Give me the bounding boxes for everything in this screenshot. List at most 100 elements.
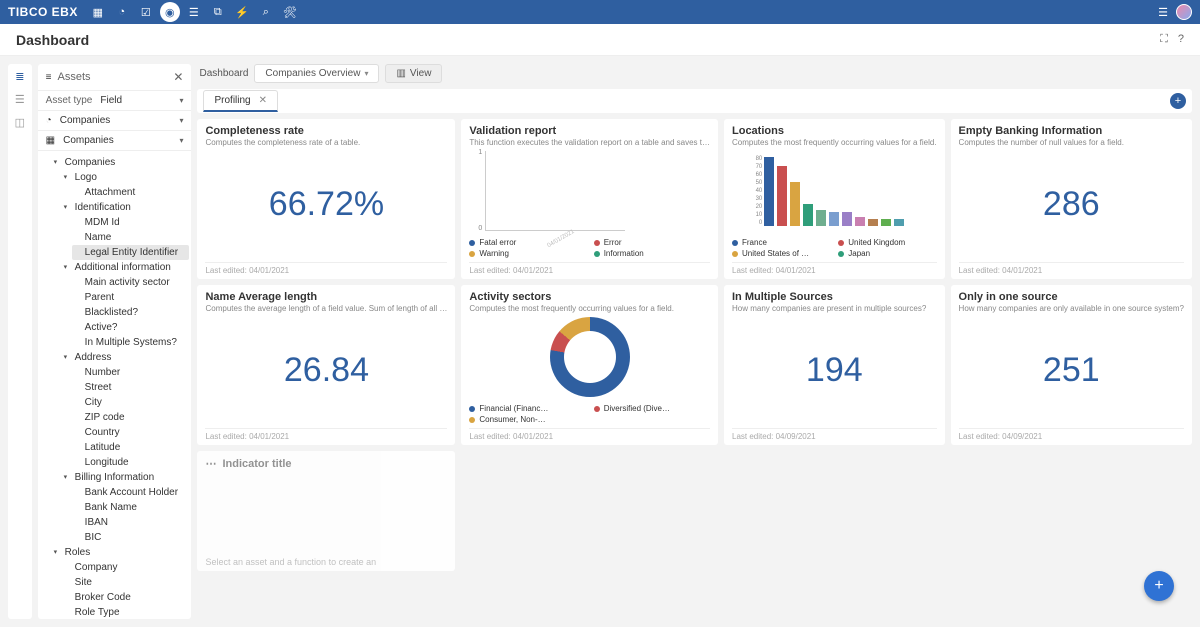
nav-icon-workflow[interactable]: ☰ [184,2,204,22]
asset-type-row[interactable]: Asset type Field ▾ [38,91,192,111]
fullscreen-icon[interactable]: ⛶ [1160,33,1168,46]
card-title: Activity sectors [469,291,710,303]
tree-node[interactable]: Attachment [72,185,190,200]
nav-icon-dashboard[interactable]: ◉ [160,2,180,22]
assets-icon: ≡ [46,72,52,83]
tree-node[interactable]: Name [72,230,190,245]
tree-node[interactable]: Broker Code [62,590,190,605]
bar [842,212,852,225]
tree-node[interactable]: Country [72,425,190,440]
card-validation[interactable]: Validation report This function executes… [461,119,718,279]
tree-node[interactable]: Bank Account Holder [72,485,190,500]
crumb-context[interactable]: Companies Overview ▾ [254,64,379,83]
crumb-root[interactable]: Dashboard [199,68,248,79]
sidebar-close-icon[interactable]: ✕ [173,70,183,84]
page-title: Dashboard [16,32,89,48]
card-sectors[interactable]: Activity sectors Computes the most frequ… [461,285,718,445]
tree-node[interactable]: Role Type [62,605,190,619]
tree-node[interactable]: ▾Companies [52,155,190,170]
sectors-chart [550,317,630,397]
tree-node[interactable]: Latitude [72,440,190,455]
tree-node[interactable]: In Multiple Systems? [72,335,190,350]
legend-item: Information [594,249,710,258]
tab-bar: Profiling ✕ + [197,89,1192,113]
card-title: Validation report [469,125,710,137]
nav-icon-group: ▦ ◔ ☑ ◉ ☰ ⧉ ⚡ ⌕ 🛠 [88,2,300,22]
tree-node[interactable]: ▾Address [62,350,190,365]
nav-icon-data[interactable]: ▦ [88,2,108,22]
bookmark-icon[interactable]: ☰ [1158,6,1168,19]
tree-node[interactable]: IBAN [72,515,190,530]
card-title: In Multiple Sources [732,291,937,303]
tree-node[interactable]: Street [72,380,190,395]
card-footer: Last edited: 04/01/2021 [205,262,447,275]
card-placeholder: Select an asset and a function to create… [205,557,447,567]
rail-chart-icon[interactable]: ◫ [15,116,25,129]
card-title: Empty Banking Information [959,125,1184,137]
tree-node[interactable]: ZIP code [72,410,190,425]
nav-icon-history[interactable]: ◔ [112,2,132,22]
card-subtitle: Computes the number of null values for a… [959,138,1184,147]
tree-node[interactable]: Number [72,365,190,380]
tree-node[interactable]: Legal Entity Identifier [72,245,190,260]
crumb-view[interactable]: ▥ View [385,64,442,83]
tree-node[interactable]: Blacklisted? [72,305,190,320]
tree-node[interactable]: BIC [72,530,190,545]
tree-node[interactable]: ▾Roles [52,545,190,560]
add-tab-button[interactable]: + [1170,93,1186,109]
rail-assets-icon[interactable]: ≣ [15,70,24,83]
tree-node[interactable]: ▾Additional information [62,260,190,275]
tree-node[interactable]: ▾Identification [62,200,190,215]
help-icon[interactable]: ? [1178,33,1184,46]
rail-list-icon[interactable]: ☰ [15,93,25,106]
tree-node[interactable]: Parent [72,290,190,305]
table-icon: ▦ [46,135,55,146]
tree-node[interactable]: ▾Billing Information [62,470,190,485]
legend-item: France [732,238,830,247]
tree-node[interactable]: Bank Name [72,500,190,515]
asset-tree: ▾Companies▾LogoAttachment▾Identification… [38,151,192,619]
cards-grid: Completeness rate Computes the completen… [197,119,1192,577]
tab-profiling[interactable]: Profiling ✕ [203,90,278,112]
dataset-row[interactable]: ◔ Companies ▾ [38,111,192,131]
nav-icon-tasks[interactable]: ☑ [136,2,156,22]
chevron-down-icon: ▾ [364,69,368,78]
locations-legend: FranceUnited KingdomUnited States of …Ja… [732,234,937,262]
card-empty-banking[interactable]: Empty Banking Information Computes the n… [951,119,1192,279]
card-one-src[interactable]: Only in one source How many companies ar… [951,285,1192,445]
left-rail: ≣ ☰ ◫ [8,64,32,619]
card-footer: Last edited: 04/01/2021 [959,262,1184,275]
legend-item: Diversified (Dive… [594,404,710,413]
card-subtitle: Computes the most frequently occurring v… [469,304,710,313]
legend-item: Financial (Financ… [469,404,585,413]
one-src-value: 251 [1043,351,1100,390]
card-completeness[interactable]: Completeness rate Computes the completen… [197,119,455,279]
nav-icon-modeling[interactable]: ⧉ [208,2,228,22]
card-name-avg[interactable]: Name Average length Computes the average… [197,285,455,445]
tree-node[interactable]: Main activity sector [72,275,190,290]
nav-icon-plugin[interactable]: ⚡ [232,2,252,22]
card-locations[interactable]: Locations Computes the most frequently o… [724,119,945,279]
tree-node[interactable]: Active? [72,320,190,335]
tree-node[interactable]: City [72,395,190,410]
tree-node[interactable]: MDM Id [72,215,190,230]
tree-node[interactable]: ▾Logo [62,170,190,185]
nav-icon-admin[interactable]: 🛠 [280,2,300,22]
card-multi-src[interactable]: In Multiple Sources How many companies a… [724,285,945,445]
legend-item: United States of … [732,249,830,258]
legend-item: Japan [838,249,936,258]
nav-icon-search[interactable]: ⌕ [256,2,276,22]
add-indicator-fab[interactable]: + [1144,571,1174,601]
multi-src-value: 194 [806,351,863,390]
brand-logo: TIBCO EBX [8,5,78,19]
card-new-indicator[interactable]: ⋯Indicator title Select an asset and a f… [197,451,455,571]
table-row-selector[interactable]: ▦ Companies ▾ [38,131,192,151]
tree-node[interactable]: Longitude [72,455,190,470]
bar [855,217,865,226]
avatar[interactable] [1176,4,1192,20]
legend-item: Error [594,238,710,247]
tab-close-icon[interactable]: ✕ [259,95,267,106]
tree-node[interactable]: Company [62,560,190,575]
tree-node[interactable]: Site [62,575,190,590]
locations-chart: 80706050403020100 [764,156,904,226]
